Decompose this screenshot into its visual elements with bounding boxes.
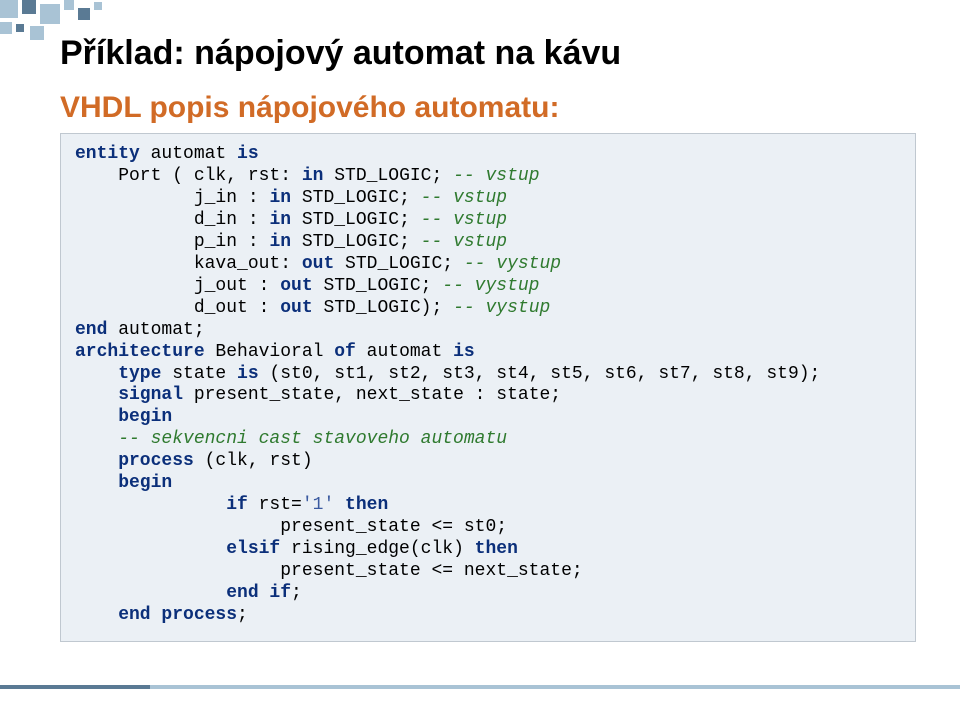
- slide-title: Příklad: nápojový automat na kávu: [60, 34, 930, 73]
- vhdl-code: entity automat is Port ( clk, rst: in ST…: [75, 144, 901, 627]
- footer-divider: [0, 685, 960, 689]
- code-block: entity automat is Port ( clk, rst: in ST…: [60, 133, 916, 642]
- slide-subtitle: VHDL popis nápojového automatu:: [60, 91, 930, 125]
